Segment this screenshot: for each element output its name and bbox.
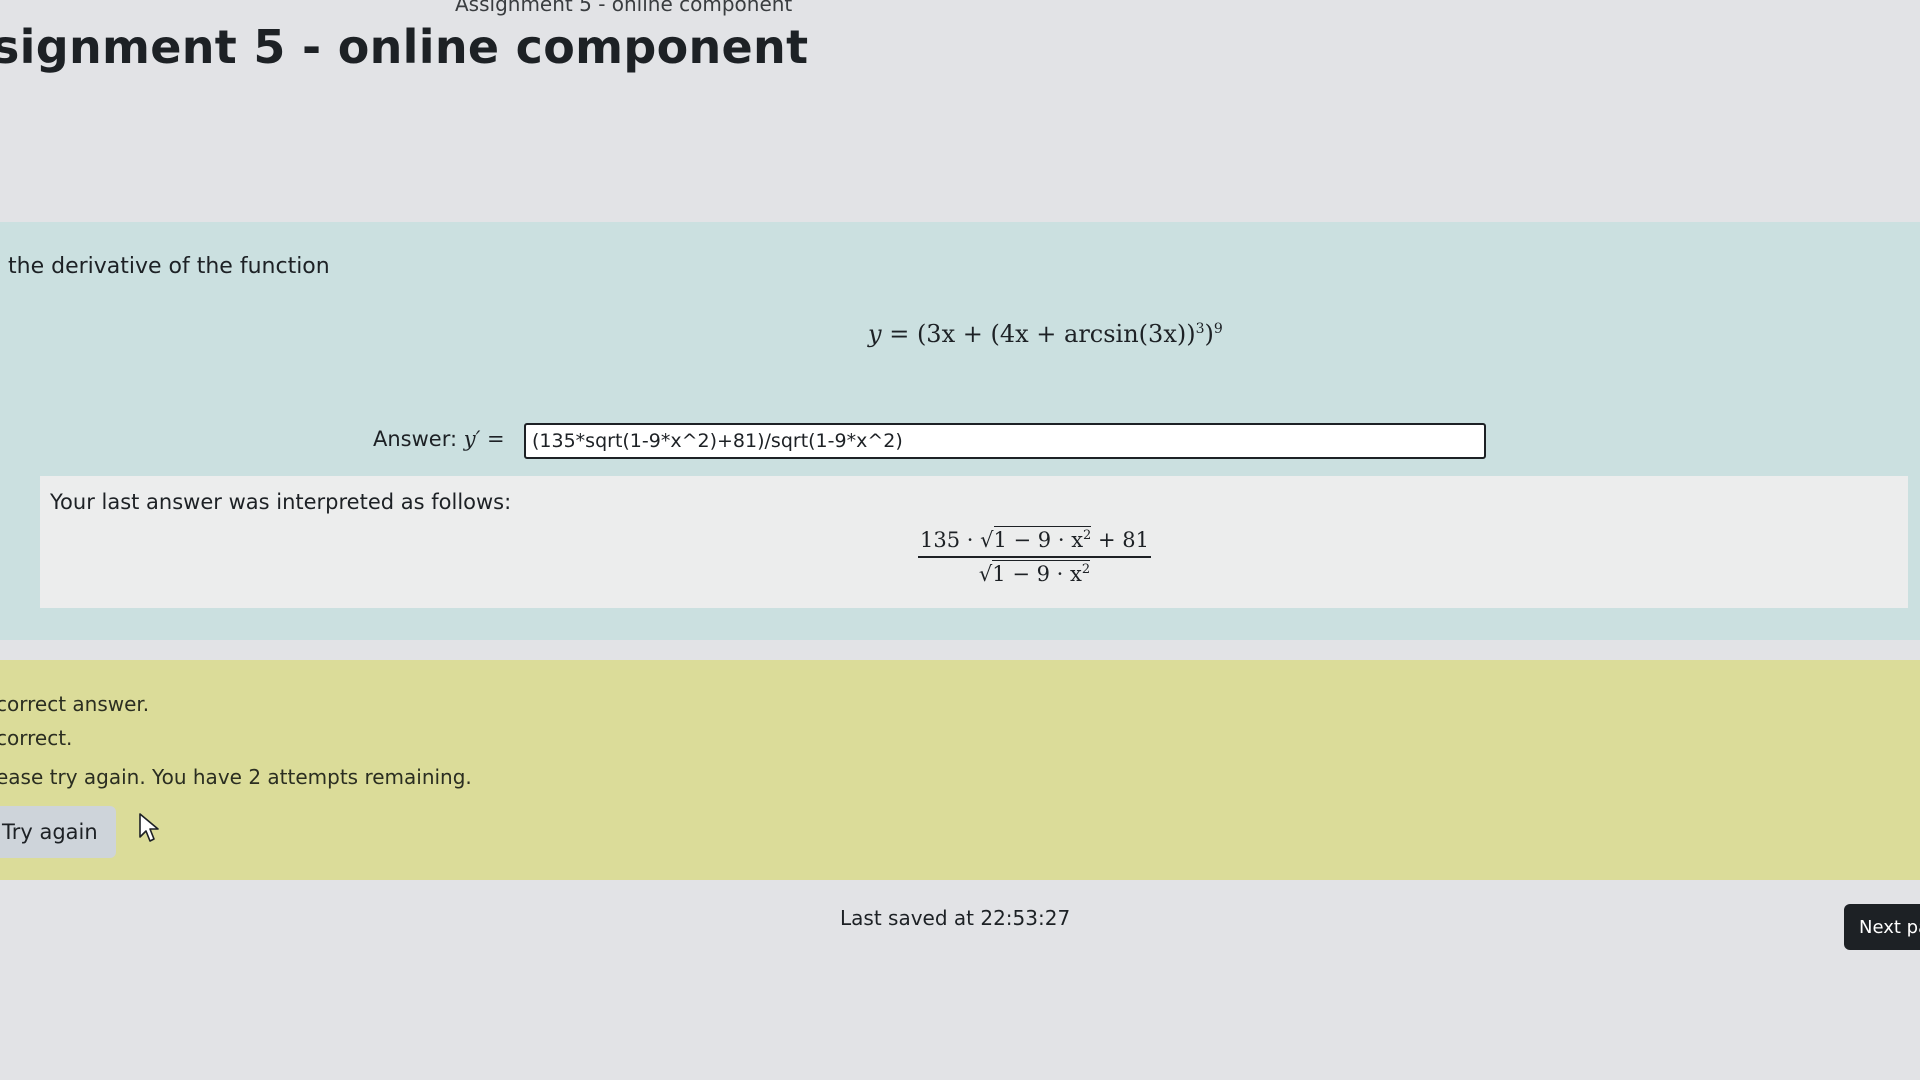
formula-lhs: y = [868, 320, 917, 348]
page-title: signment 5 - online component [0, 20, 809, 74]
feedback-line-3: ease try again. You have 2 attempts rema… [0, 765, 472, 789]
answer-label-text: Answer: [373, 427, 464, 451]
answer-symbol: y′ = [463, 427, 505, 451]
answer-input[interactable] [524, 423, 1486, 459]
formula-close: ) [1204, 320, 1214, 348]
fraction-numerator: 135 · √1 − 9 · x2 + 81 [918, 526, 1151, 558]
interpretation-label: Your last answer was interpreted as foll… [50, 490, 512, 514]
denominator-exponent: 2 [1081, 562, 1091, 577]
denominator-radicand: 1 − 9 · x2 [992, 560, 1091, 586]
formula-body: (3x + (4x + arcsin(3x)) [916, 320, 1196, 348]
denominator-prefix: √ [978, 562, 993, 586]
fraction-denominator: √1 − 9 · x2 [918, 558, 1151, 586]
question-prompt: the derivative of the function [8, 254, 330, 279]
function-formula: y = (3x + (4x + arcsin(3x))3)9 [868, 320, 1223, 348]
next-page-button[interactable]: Next pa [1844, 904, 1920, 950]
answer-label: Answer: y′ = [373, 427, 505, 451]
mouse-pointer-icon [139, 813, 159, 842]
last-saved-status: Last saved at 22:53:27 [840, 906, 1071, 930]
feedback-line-2: correct. [0, 726, 73, 750]
numerator-radicand-text: 1 − 9 · x [993, 528, 1084, 552]
numerator-prefix: 135 · √ [920, 528, 994, 552]
formula-inner-exponent: 3 [1195, 321, 1205, 337]
numerator-suffix: + 81 [1091, 528, 1149, 552]
denominator-radicand-text: 1 − 9 · x [992, 562, 1082, 586]
formula-outer-exponent: 9 [1213, 321, 1223, 337]
try-again-button[interactable]: Try again [0, 806, 116, 858]
numerator-radicand: 1 − 9 · x2 [993, 526, 1092, 552]
feedback-line-1: correct answer. [0, 692, 150, 716]
interpreted-fraction: 135 · √1 − 9 · x2 + 81 √1 − 9 · x2 [918, 526, 1151, 586]
breadcrumb[interactable]: Assignment 5 - online component [455, 0, 792, 16]
